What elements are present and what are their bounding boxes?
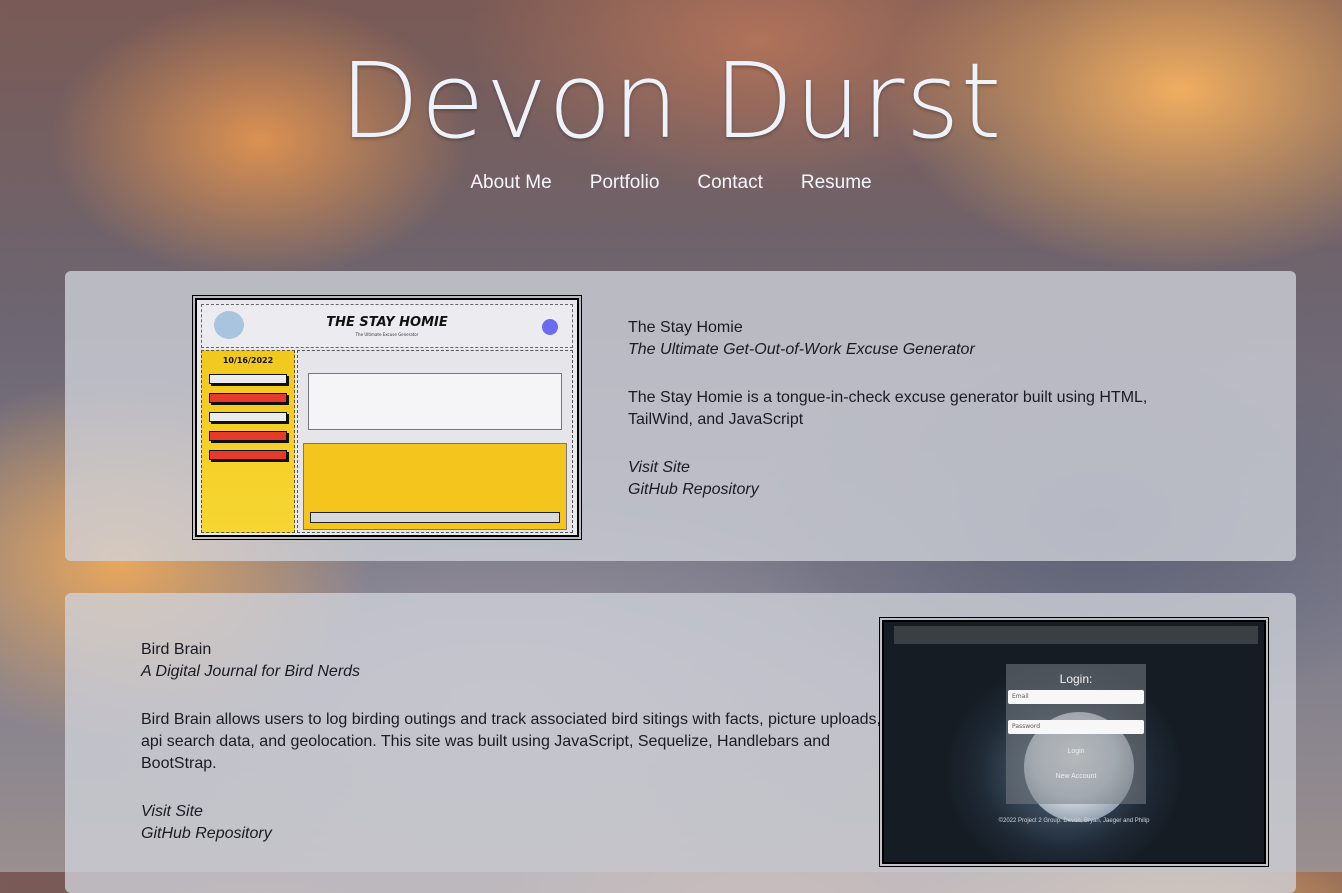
screenshot-option [209,393,287,403]
github-repo-link[interactable]: GitHub Repository [628,479,1168,501]
nav-contact[interactable]: Contact [697,172,762,194]
nav-portfolio[interactable]: Portfolio [590,172,660,194]
screenshot-header: THE STAY HOMIE The Ultimate Excuse Gener… [201,304,573,348]
visit-site-link[interactable]: Visit Site [628,457,1168,479]
project-title: The Stay Homie [628,319,743,336]
project-info: The Stay Homie The Ultimate Get-Out-of-W… [628,317,1168,501]
screenshot-main [297,350,573,533]
stay-homie-screenshot: THE STAY HOMIE The Ultimate Excuse Gener… [192,295,582,540]
screenshot-new-account-button: New Account [1055,773,1097,780]
screenshot-email-field: Email [1008,690,1144,704]
screenshot-sidebar: 10/16/2022 [201,350,295,533]
project-info: Bird Brain A Digital Journal for Bird Ne… [141,639,886,845]
screenshot-tagline: The Ultimate Excuse Generator [355,332,419,337]
main-nav: About Me Portfolio Contact Resume [0,172,1342,194]
site-title: Devon Durst [339,40,1003,162]
project-card-stay-homie: THE STAY HOMIE The Ultimate Excuse Gener… [65,271,1296,561]
screenshot-date: 10/16/2022 [222,356,274,365]
screenshot-login-title: Login: [1059,672,1093,686]
github-repo-link[interactable]: GitHub Repository [141,823,886,845]
screenshot-textbox [308,373,562,430]
screenshot-login-button: Login [1067,748,1085,755]
nav-resume[interactable]: Resume [801,172,872,194]
refresh-icon [542,319,558,335]
visit-site-link[interactable]: Visit Site [141,801,886,823]
screenshot-generate-button [310,512,560,523]
screenshot-app-title: THE STAY HOMIE [326,315,448,330]
screenshot-option [209,431,287,441]
project-description: Bird Brain allows users to log birding o… [141,711,881,772]
bird-brain-screenshot: Login: Email Password Login New Account … [879,617,1269,867]
project-title: Bird Brain [141,641,212,658]
project-subtitle: The Ultimate Get-Out-of-Work Excuse Gene… [628,341,975,358]
project-card-bird-brain: Bird Brain A Digital Journal for Bird Ne… [65,593,1296,893]
screenshot-password-field: Password [1008,720,1144,734]
project-subtitle: A Digital Journal for Bird Nerds [141,663,361,680]
screenshot-options-panel [303,443,567,530]
site-header: Devon Durst About Me Portfolio Contact R… [0,0,1342,250]
screenshot-option [209,374,287,384]
screenshot-option [209,412,287,422]
project-description: The Stay Homie is a tongue-in-check excu… [628,389,1148,428]
screenshot-option [209,450,287,460]
nav-about-me[interactable]: About Me [470,172,551,194]
screenshot-login-panel: Login: Email Password Login New Account [1006,664,1146,804]
screenshot-footer: ©2022 Project 2 Group: Devon, Bryan, Jae… [998,818,1150,824]
screenshot-navbar [894,626,1258,644]
